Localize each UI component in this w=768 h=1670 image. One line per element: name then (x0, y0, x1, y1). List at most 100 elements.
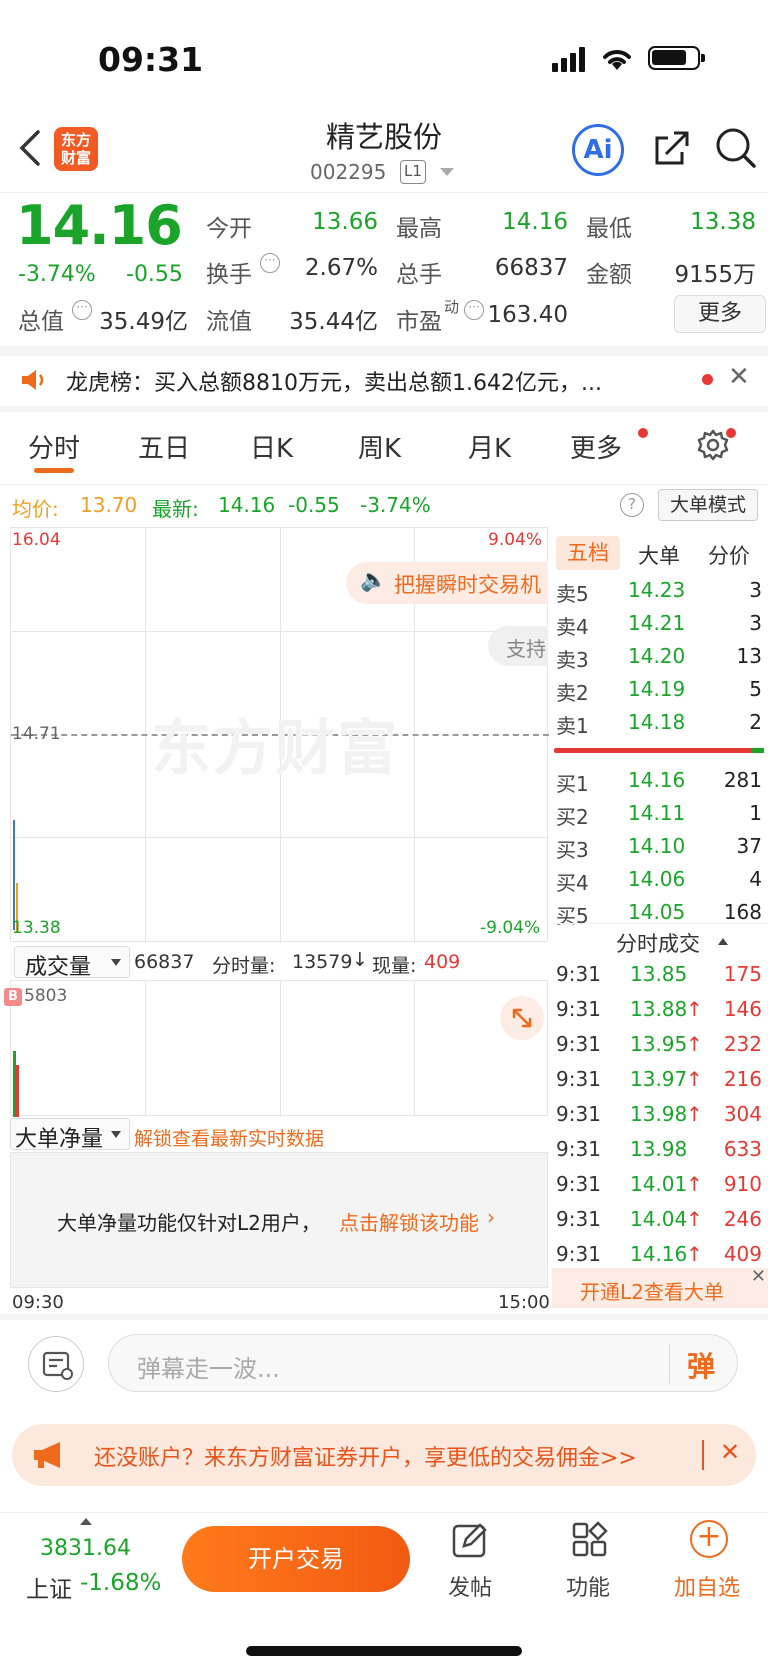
tab-month-k[interactable]: 月K (468, 428, 511, 465)
now-volume-label: 现量: (372, 955, 417, 977)
ask-row[interactable]: 卖2 14.19 5 (556, 673, 764, 705)
trade-arrow: ↑ (686, 1067, 703, 1091)
support-bubble[interactable]: 支持 (488, 626, 548, 666)
turnover-value: 2.67% (304, 255, 378, 281)
ask-price: 14.19 (628, 677, 686, 701)
large-order-mode-button[interactable]: 大单模式 (658, 489, 758, 521)
bid-row[interactable]: 买3 14.10 37 (556, 830, 764, 862)
unlock-link[interactable]: 解锁查看最新实时数据 (134, 1124, 324, 1151)
index-value[interactable]: 3831.64 (40, 1536, 131, 1561)
danmaku-input[interactable]: 弹幕走一波... 弹 (108, 1334, 738, 1392)
bid-volume: 37 (736, 834, 762, 858)
stock-code: 002295 (310, 160, 387, 184)
trade-row[interactable]: 9:31 13.98 633 (556, 1133, 764, 1167)
search-icon[interactable] (714, 126, 758, 174)
tab-week-k[interactable]: 周K (358, 428, 401, 465)
minute-volume-label: 分时量: (212, 955, 276, 977)
price-mid-label: 14.71 (12, 724, 61, 744)
trade-arrow: ↑ (686, 1172, 703, 1196)
trade-row[interactable]: 9:31 14.01 ↑ 910 (556, 1168, 764, 1202)
chart-watermark: 东方财富 (151, 714, 399, 784)
dropdown-icon[interactable] (440, 168, 454, 176)
trade-time: 9:31 (556, 962, 601, 986)
mktcap-label: 总值 (18, 309, 64, 335)
account-promo-banner[interactable]: 还没账户？来东方财富证券开户，享更低的交易佣金>> ✕ (12, 1424, 756, 1486)
avg-label: 均价: (12, 497, 59, 521)
tab-five-day[interactable]: 五日 (138, 428, 190, 465)
trade-time: 9:31 (556, 1242, 601, 1266)
l2-promo[interactable]: 开通L2查看大单 ✕ (552, 1266, 768, 1308)
low-value: 13.38 (690, 209, 756, 235)
trade-row[interactable]: 9:31 13.98 ↑ 304 (556, 1098, 764, 1132)
trade-button[interactable]: 开户交易 (182, 1526, 410, 1592)
ask-row[interactable]: 卖1 14.18 2 (556, 706, 764, 738)
index-pct[interactable]: -1.68% (80, 1570, 161, 1596)
volume-chart[interactable] (10, 980, 548, 1117)
orderbook-tab-price[interactable]: 分价 (708, 540, 750, 570)
trade-price: 14.16 (630, 1242, 688, 1266)
notice-dot (702, 374, 713, 385)
post-label[interactable]: 发帖 (448, 1570, 492, 1602)
ask-row[interactable]: 卖5 14.23 3 (556, 574, 764, 606)
trade-price: 14.01 (630, 1172, 688, 1196)
ask-row[interactable]: 卖3 14.20 13 (556, 640, 764, 672)
more-button[interactable]: 更多 (674, 295, 766, 333)
notice-text[interactable]: 龙虎榜：买入总额8810万元，卖出总额1.642亿元，... (66, 365, 680, 397)
bid-row[interactable]: 买1 14.16 281 (556, 764, 764, 796)
trade-row[interactable]: 9:31 13.85 175 (556, 958, 764, 992)
tab-more-dot (638, 428, 648, 438)
level-badge: L1 (400, 160, 426, 184)
bid-label: 买4 (556, 871, 589, 895)
trade-row[interactable]: 9:31 13.95 ↑ 232 (556, 1028, 764, 1062)
caret-up-icon (718, 938, 728, 945)
trade-row[interactable]: 9:31 14.04 ↑ 246 (556, 1203, 764, 1237)
ask-label: 卖4 (556, 615, 589, 639)
settings-icon[interactable] (696, 428, 730, 466)
share-icon[interactable] (652, 128, 692, 172)
trade-time: 9:31 (556, 1207, 601, 1231)
tab-day-k[interactable]: 日K (250, 428, 293, 465)
tab-active-indicator (34, 468, 74, 473)
add-watchlist-icon[interactable]: + (690, 1520, 728, 1558)
bid-row[interactable]: 买2 14.11 1 (556, 797, 764, 829)
expand-icon[interactable] (500, 996, 544, 1040)
volume-selector[interactable]: 成交量 (14, 946, 130, 980)
tab-minute[interactable]: 分时 (28, 428, 80, 465)
close-icon[interactable]: ✕ (720, 1438, 740, 1466)
large-order-selector[interactable]: 大单净量 (10, 1118, 130, 1152)
trades-title[interactable]: 分时成交 (616, 928, 700, 958)
trade-price: 13.88 (630, 997, 688, 1021)
info-icon[interactable]: ··· (72, 300, 92, 320)
add-watchlist-label[interactable]: 加自选 (674, 1570, 740, 1602)
info-icon[interactable]: ··· (260, 253, 280, 273)
function-icon[interactable] (570, 1520, 610, 1564)
low-label: 最低 (586, 216, 632, 242)
danmaku-toggle-icon[interactable] (28, 1336, 84, 1392)
orderbook-tab-five[interactable]: 五档 (556, 536, 620, 570)
close-icon[interactable]: ✕ (751, 1266, 766, 1287)
ask-volume: 2 (749, 710, 762, 734)
bid-row[interactable]: 买4 14.06 4 (556, 863, 764, 895)
trade-price: 13.97 (630, 1067, 688, 1091)
help-icon[interactable]: ? (620, 493, 644, 517)
trade-volume: 910 (723, 1172, 762, 1196)
pe-label: 市盈 (396, 309, 442, 335)
trade-volume: 232 (723, 1032, 762, 1056)
pct-max-label: 9.04% (488, 530, 543, 550)
index-name[interactable]: 上证 (26, 1570, 72, 1604)
ask-row[interactable]: 卖4 14.21 3 (556, 607, 764, 639)
close-icon[interactable]: ✕ (728, 362, 750, 392)
bid-label: 买3 (556, 838, 589, 862)
orderbook-tab-large[interactable]: 大单 (638, 540, 680, 570)
bid-price: 14.16 (628, 768, 686, 792)
promo-bubble[interactable]: 🔈 把握瞬时交易机 (346, 562, 548, 604)
post-icon[interactable] (450, 1520, 490, 1564)
function-label[interactable]: 功能 (566, 1570, 610, 1602)
trade-row[interactable]: 9:31 13.88 ↑ 146 (556, 993, 764, 1027)
unlock-feature-link[interactable]: 点击解锁该功能 (339, 1207, 479, 1236)
ai-icon[interactable]: Ai (572, 124, 624, 176)
trade-row[interactable]: 9:31 14.16 ↑ 409 (556, 1238, 764, 1272)
danmaku-send-button[interactable]: 弹 (687, 1345, 715, 1385)
trade-row[interactable]: 9:31 13.97 ↑ 216 (556, 1063, 764, 1097)
tab-more[interactable]: 更多 (570, 428, 622, 465)
